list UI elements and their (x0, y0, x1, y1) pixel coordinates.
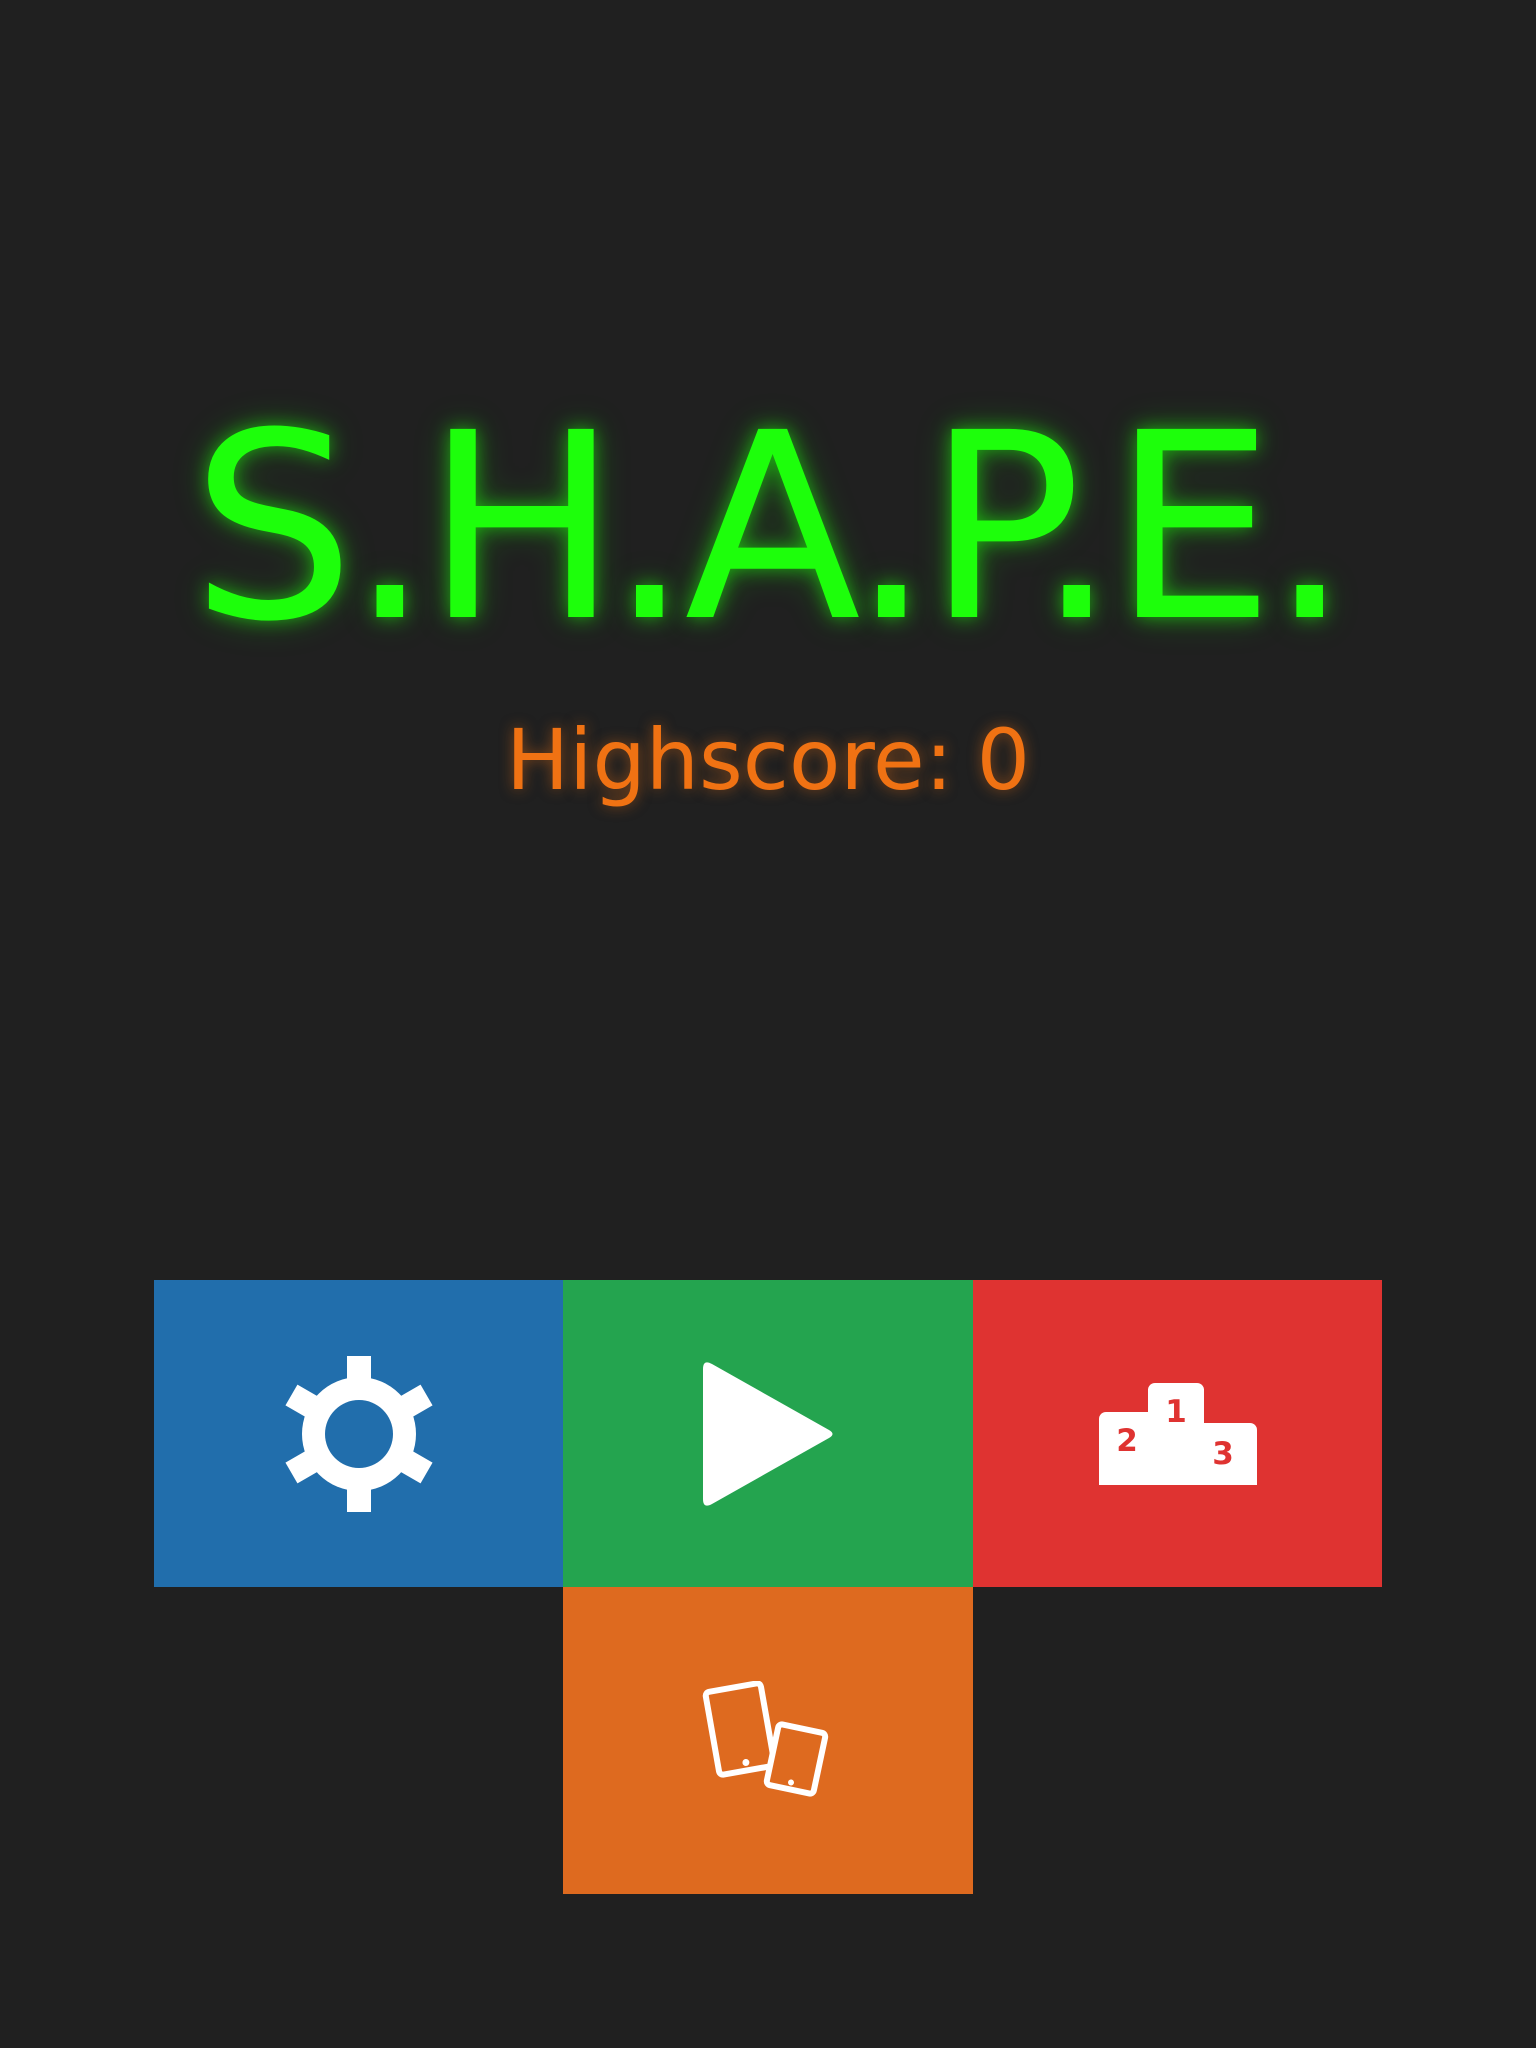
game-title: S.H.A.P.E. (191, 378, 1351, 678)
podium-icon: 1 2 3 (1098, 1382, 1257, 1485)
settings-button[interactable] (154, 1280, 563, 1587)
tablets-icon (702, 1680, 829, 1797)
podium-third-label: 3 (1212, 1436, 1234, 1472)
highscore-label: Highscore: (505, 711, 954, 809)
highscore-value: 0 (976, 711, 1031, 809)
gear-icon (284, 1355, 433, 1512)
podium-first-label: 1 (1165, 1394, 1187, 1430)
podium-second-label: 2 (1116, 1423, 1138, 1459)
play-button[interactable] (563, 1280, 973, 1587)
leaderboard-button[interactable]: 1 2 3 (973, 1280, 1382, 1587)
devices-button[interactable] (563, 1587, 973, 1894)
highscore-display: Highscore: 0 (0, 705, 1536, 815)
play-icon (703, 1361, 833, 1506)
gear-hole (324, 1399, 393, 1468)
